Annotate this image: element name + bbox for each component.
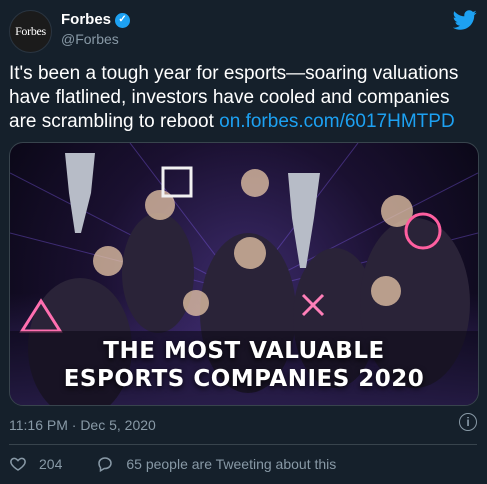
avatar[interactable]: Forbes bbox=[9, 10, 52, 53]
banner-line-2: ESPORTS COMPANIES 2020 bbox=[63, 366, 425, 392]
verified-badge-icon: ✓ bbox=[115, 12, 131, 28]
conversation-action[interactable]: 65 people are Tweeting about this bbox=[96, 455, 336, 473]
media-banner-text: THE MOST VALUABLE ESPORTS COMPANIES 2020 bbox=[10, 337, 478, 393]
info-icon[interactable]: i bbox=[459, 413, 477, 431]
like-count: 204 bbox=[39, 456, 63, 472]
display-name[interactable]: Forbes bbox=[61, 11, 111, 29]
tweet-media-image[interactable]: THE MOST VALUABLE ESPORTS COMPANIES 2020 bbox=[9, 142, 479, 406]
handle[interactable]: @Forbes bbox=[61, 30, 130, 48]
tweet-actions: 204 65 people are Tweeting about this bbox=[9, 455, 336, 473]
speech-bubble-icon bbox=[98, 457, 113, 473]
twitter-bird-icon[interactable] bbox=[453, 8, 477, 32]
like-action[interactable]: 204 bbox=[9, 455, 62, 473]
divider bbox=[9, 444, 477, 445]
tweet-header: Forbes Forbes ✓ @Forbes bbox=[9, 8, 477, 53]
timestamp[interactable]: 11:16 PM · Dec 5, 2020 bbox=[9, 417, 156, 433]
banner-line-1: THE MOST VALUABLE bbox=[103, 338, 385, 364]
tweet-link[interactable]: on.forbes.com/6017HMTPD bbox=[219, 111, 455, 132]
tweet-text: It's been a tough year for esports—soari… bbox=[9, 62, 479, 134]
heart-icon bbox=[10, 457, 26, 471]
avatar-logo-text: Forbes bbox=[15, 24, 46, 38]
author-names: Forbes ✓ @Forbes bbox=[61, 11, 131, 48]
conversation-text: 65 people are Tweeting about this bbox=[126, 456, 337, 472]
display-name-row[interactable]: Forbes ✓ bbox=[61, 11, 131, 29]
